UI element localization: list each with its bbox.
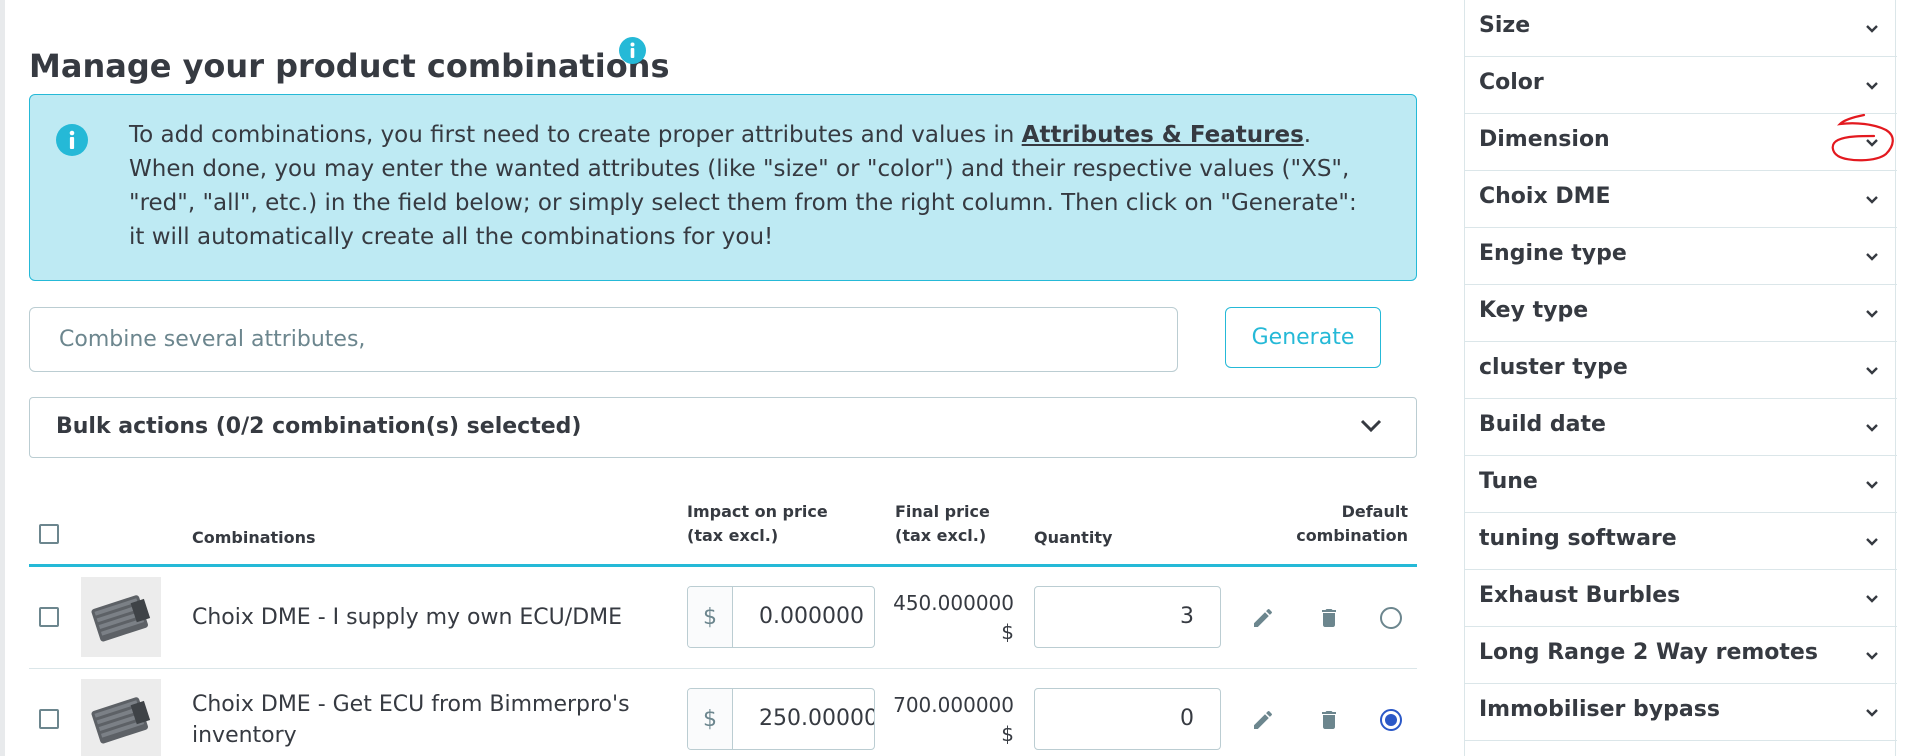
attribute-group-label: Engine type [1479,241,1627,266]
default-combination-radio[interactable] [1380,607,1402,629]
attribute-group-engine-type[interactable]: Engine type [1465,228,1897,285]
trash-icon[interactable] [1314,603,1344,633]
quantity-input[interactable]: 0 [1034,688,1221,750]
attribute-group-long-range-remotes[interactable]: Long Range 2 Way remotes [1465,627,1897,684]
attribute-group-immobiliser-bypass[interactable]: Immobiliser bypass [1465,684,1897,741]
chevron-down-icon [1865,19,1879,38]
row-divider [29,668,1417,669]
combine-attributes-input[interactable] [29,307,1178,372]
combination-name: Choix DME - I supply my own ECU/DME [192,605,623,630]
attribute-group-key-type[interactable]: Key type [1465,285,1897,342]
chevron-down-icon [1865,703,1879,722]
final-price: 700.000000 $ [893,693,1014,746]
attribute-group-label: Exhaust Burbles [1479,583,1681,608]
edit-pencil-icon[interactable] [1248,705,1278,735]
table-header-divider [29,564,1417,567]
attribute-group-label: Choix DME [1479,184,1611,209]
edit-pencil-icon[interactable] [1248,603,1278,633]
chevron-down-icon [1865,532,1879,551]
header-quantity: Quantity [1034,528,1113,547]
generate-button[interactable]: Generate [1225,307,1381,368]
attribute-group-label: Dimension [1479,127,1610,152]
chevron-down-icon [1865,190,1879,209]
header-impact-on-price: Impact on price (tax excl.) [687,502,828,545]
quantity-input[interactable]: 3 [1034,586,1221,648]
header-default-combination: Default combination [1296,502,1408,545]
attributes-features-link[interactable]: Attributes & Features [1022,122,1304,148]
product-thumbnail [81,679,161,756]
impact-price-value: 0.000000 [759,604,864,629]
attribute-group-label: Color [1479,70,1544,95]
info-alert-prefix: To add combinations, you first need to c… [129,122,1022,148]
impact-price-input[interactable]: $ 250.000000 [687,688,875,750]
chevron-down-icon [1865,76,1879,95]
info-icon[interactable] [619,37,646,64]
attribute-group-label: Build date [1479,412,1606,437]
info-alert-text: To add combinations, you first need to c… [129,118,1359,254]
attribute-group-label: cluster type [1479,355,1628,380]
row-checkbox[interactable] [39,607,59,627]
select-all-checkbox[interactable] [39,524,59,544]
impact-price-input[interactable]: $ 0.000000 [687,586,875,648]
attribute-group-label: Immobiliser bypass [1479,697,1720,722]
chevron-down-icon [1865,418,1879,437]
chevron-down-icon [1865,589,1879,608]
chevron-down-icon [1360,418,1382,437]
attribute-group-label: tuning software [1479,526,1677,551]
attribute-group-label: Long Range 2 Way remotes [1479,640,1818,665]
attribute-group-tuning-software[interactable]: tuning software [1465,513,1897,570]
chevron-down-icon [1865,304,1879,323]
attribute-group-label: Tune [1479,469,1538,494]
currency-addon: $ [688,587,733,647]
currency-addon: $ [688,689,733,749]
chevron-down-icon [1865,475,1879,494]
combination-name: Choix DME - Get ECU from Bimmerpro's inv… [192,692,630,748]
final-price: 450.000000 $ [893,591,1014,644]
attribute-group-color[interactable]: Color [1465,57,1897,114]
chevron-down-icon [1865,247,1879,266]
attribute-group-tune[interactable]: Tune [1465,456,1897,513]
attribute-group-cluster-type[interactable]: cluster type [1465,342,1897,399]
attribute-group-build-date[interactable]: Build date [1465,399,1897,456]
chevron-down-icon [1865,646,1879,665]
info-alert-suffix: . [1303,122,1312,148]
info-alert-body: When done, you may enter the wanted attr… [129,156,1357,250]
attribute-group-label: Size [1479,13,1531,38]
info-alert-line1: To add combinations, you first need to c… [129,118,1359,152]
attribute-group-size[interactable]: Size [1465,0,1897,57]
bulk-actions-label: Bulk actions (0/2 combination(s) selecte… [56,414,582,439]
bulk-actions-dropdown[interactable]: Bulk actions (0/2 combination(s) selecte… [29,397,1417,458]
impact-price-value: 250.000000 [759,706,874,731]
product-thumbnail [81,577,161,657]
red-annotation-scribble [1831,113,1894,162]
attribute-group-choix-dme[interactable]: Choix DME [1465,171,1897,228]
trash-icon[interactable] [1314,705,1344,735]
page-left-edge [0,0,5,756]
row-checkbox[interactable] [39,709,59,729]
attribute-group-label: Key type [1479,298,1589,323]
header-final-price: Final price (tax excl.) [895,502,990,545]
attribute-group-exhaust-burbles[interactable]: Exhaust Burbles [1465,570,1897,627]
header-combinations: Combinations [192,528,316,547]
default-combination-radio[interactable] [1380,709,1402,731]
chevron-down-icon [1865,361,1879,380]
info-icon [56,124,88,156]
page-title: Manage your product combinations [29,47,670,86]
